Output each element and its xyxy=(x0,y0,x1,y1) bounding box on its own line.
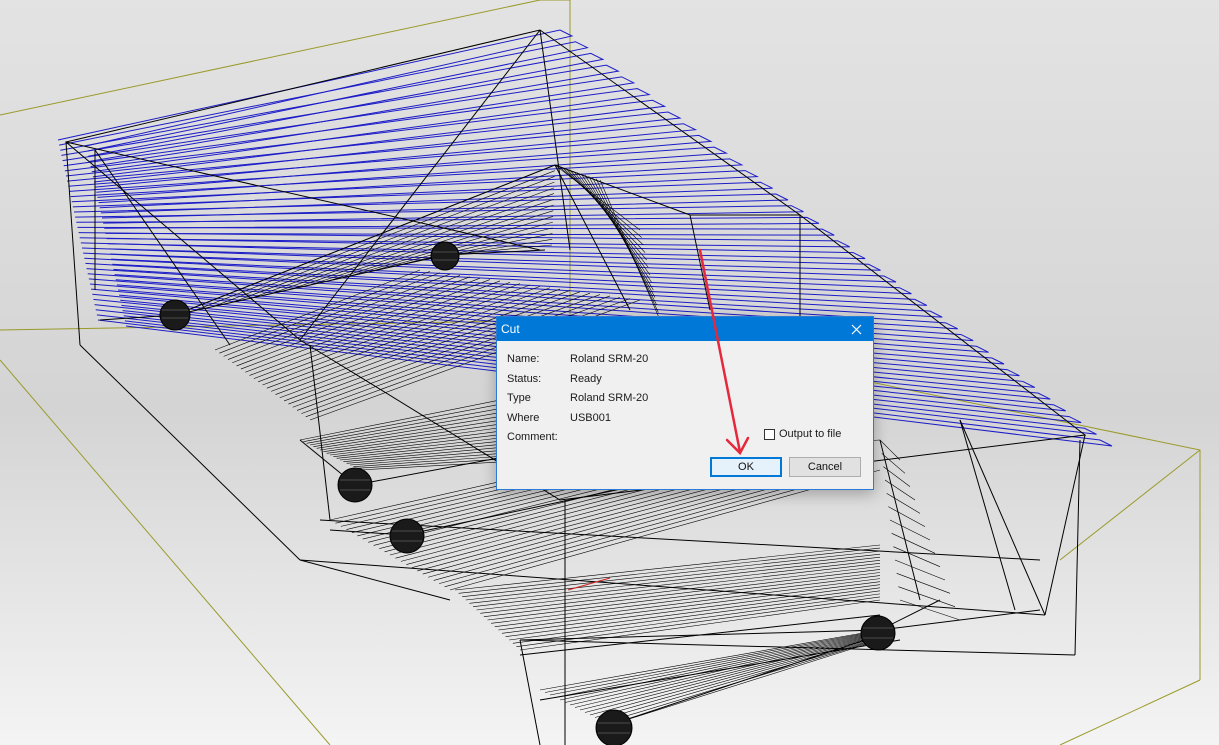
close-icon xyxy=(851,324,861,334)
mesh-strand xyxy=(592,177,657,306)
mesh-strand xyxy=(886,493,921,514)
name-label: Name: xyxy=(507,353,540,365)
toolpath-pass xyxy=(59,41,589,152)
mesh-strand xyxy=(483,569,881,617)
mesh-strand xyxy=(896,573,951,594)
output-to-file-checkbox[interactable] xyxy=(764,428,775,440)
mesh-strand xyxy=(888,506,926,527)
toolpath-pass xyxy=(60,52,605,157)
mesh-strand xyxy=(894,559,946,581)
mesh-strand xyxy=(469,556,881,604)
mesh-strand xyxy=(881,453,906,474)
toolpath-pass xyxy=(63,88,651,173)
3d-viewport[interactable]: Cut Name: Roland SRM-20 Status: Ready Ty… xyxy=(0,0,1219,745)
output-to-file-label: Output to file xyxy=(779,428,842,440)
mesh-strand xyxy=(480,566,881,614)
mesh-strand xyxy=(889,519,931,541)
mesh-strand xyxy=(569,633,881,706)
mesh-strand xyxy=(564,633,881,703)
where-label: Where xyxy=(507,412,540,424)
status-value: Ready xyxy=(570,373,602,385)
mesh-strand xyxy=(367,221,553,273)
where-value: USB001 xyxy=(570,412,611,424)
mesh-strand xyxy=(473,559,881,607)
type-value: Roland SRM-20 xyxy=(570,392,649,404)
comment-label: Comment: xyxy=(507,431,558,443)
mesh-strand xyxy=(544,630,881,693)
dialog-titlebar[interactable]: Cut xyxy=(497,317,873,341)
status-label: Status: xyxy=(507,373,542,385)
mesh-strand xyxy=(893,546,941,567)
toolpath-pass xyxy=(65,111,682,183)
ok-button[interactable]: OK xyxy=(710,457,782,477)
mesh-strand xyxy=(579,635,881,711)
toolpath-pass xyxy=(64,99,667,178)
mesh-strand xyxy=(519,599,881,651)
mesh-strand xyxy=(594,637,881,718)
dialog-title: Cut xyxy=(501,322,520,336)
toolpath-pass xyxy=(79,237,866,260)
mesh-strand xyxy=(891,533,936,554)
cut-dialog: Cut Name: Roland SRM-20 Status: Ready Ty… xyxy=(496,316,874,490)
mesh-strand xyxy=(883,466,911,487)
mesh-strand xyxy=(214,269,421,351)
mesh-strand xyxy=(559,632,881,701)
mesh-strand xyxy=(253,281,511,379)
mesh-strand xyxy=(539,629,881,691)
name-value: Roland SRM-20 xyxy=(570,353,649,365)
mesh-strand xyxy=(549,631,881,696)
mesh-strand xyxy=(487,572,881,621)
mesh-strand xyxy=(898,586,956,607)
type-label: Type xyxy=(507,392,531,404)
output-to-file-option[interactable]: Output to file xyxy=(764,428,841,440)
mesh-strand xyxy=(562,167,644,246)
mesh-strand xyxy=(899,599,961,621)
mesh-strand xyxy=(476,563,881,611)
mesh-strand xyxy=(884,479,916,501)
mesh-strand xyxy=(599,638,881,721)
close-button[interactable] xyxy=(839,317,873,341)
mesh-strand xyxy=(604,638,881,723)
cancel-button[interactable]: Cancel xyxy=(789,457,861,477)
mesh-strand xyxy=(609,639,881,726)
mesh-strand xyxy=(588,176,656,298)
toolpath-pass xyxy=(70,158,744,204)
